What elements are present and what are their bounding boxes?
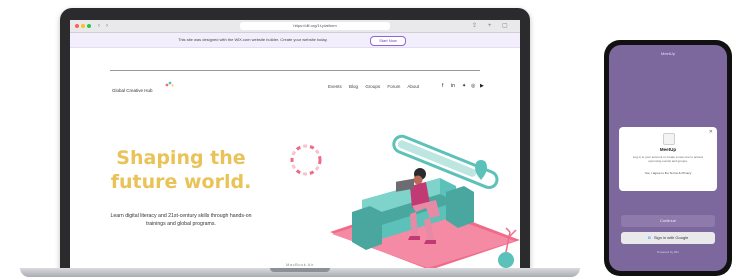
consent-checkbox[interactable]: Yes, I agree to the Terms & Privacy <box>627 171 709 175</box>
login-dialog: ✕ MeetUp Log in to your account or creat… <box>619 127 717 191</box>
consent-label: Yes, I agree to the Terms & Privacy <box>644 171 692 175</box>
nav-item-events[interactable]: Events <box>328 84 342 89</box>
dialog-body: Log in to your account or create a new o… <box>632 155 704 163</box>
close-window-button[interactable] <box>75 24 79 28</box>
hero-title-line1: Shaping the <box>116 147 246 169</box>
forward-button[interactable]: › <box>106 22 108 30</box>
continue-button[interactable]: Continue <box>621 215 715 227</box>
start-now-button[interactable]: Start Now <box>370 36 406 46</box>
instagram-icon[interactable]: ◎ <box>471 83 475 89</box>
header-divider <box>110 70 480 71</box>
nav-item-forum[interactable]: Forum <box>387 84 400 89</box>
youtube-icon[interactable]: ▶ <box>480 83 484 89</box>
app-icon <box>663 133 675 145</box>
hero-illustration <box>290 134 520 270</box>
site-logo-text[interactable]: Global Creative Hub <box>112 88 153 93</box>
tabs-icon[interactable]: ▢ <box>502 22 508 30</box>
google-icon: G <box>647 235 651 240</box>
phone-footer: Powered by Wix <box>657 250 679 254</box>
maximize-window-button[interactable] <box>87 24 91 28</box>
linkedin-icon[interactable]: in <box>451 83 455 89</box>
laptop-screen: ‹ › https://dlf.org/1t-platform ⇪ + ▢ Th… <box>70 20 520 270</box>
laptop-brand-label: MacBook Air <box>286 262 314 267</box>
address-bar[interactable]: https://dlf.org/1t-platform <box>240 22 390 30</box>
hero-title: Shaping the future world. <box>106 146 256 194</box>
facebook-icon[interactable]: f <box>442 83 443 89</box>
browser-toolbar: ‹ › https://dlf.org/1t-platform ⇪ + ▢ <box>70 20 520 33</box>
site-nav: Events Blog Groups Forum About <box>328 84 425 89</box>
close-icon[interactable]: ✕ <box>709 129 713 135</box>
nav-item-about[interactable]: About <box>407 84 419 89</box>
phone-screen: MeetUp ✕ MeetUp Log in to your account o… <box>609 45 727 271</box>
laptop-notch <box>270 268 330 272</box>
google-signin-button[interactable]: G Sign in with Google <box>621 232 715 244</box>
hero-description: Learn digital literacy and 21st-century … <box>110 213 252 227</box>
site-logo-icon[interactable] <box>164 80 174 88</box>
phone-app-title: MeetUp <box>660 51 675 56</box>
dialog-title: MeetUp <box>659 147 677 152</box>
share-icon[interactable]: ⇪ <box>472 22 477 30</box>
promo-text: This site was designed with the WiX.com … <box>178 37 328 42</box>
nav-item-blog[interactable]: Blog <box>349 84 358 89</box>
promo-banner: This site was designed with the WiX.com … <box>70 33 520 48</box>
loading-ring-icon <box>290 144 322 176</box>
minimize-window-button[interactable] <box>81 24 85 28</box>
google-signin-label: Sign in with Google <box>653 235 689 240</box>
nav-item-groups[interactable]: Groups <box>365 84 380 89</box>
back-button[interactable]: ‹ <box>98 22 100 30</box>
hero-title-line2: future world. <box>110 171 252 193</box>
new-tab-icon[interactable]: + <box>488 22 492 30</box>
twitter-icon[interactable]: ✦ <box>462 83 466 89</box>
